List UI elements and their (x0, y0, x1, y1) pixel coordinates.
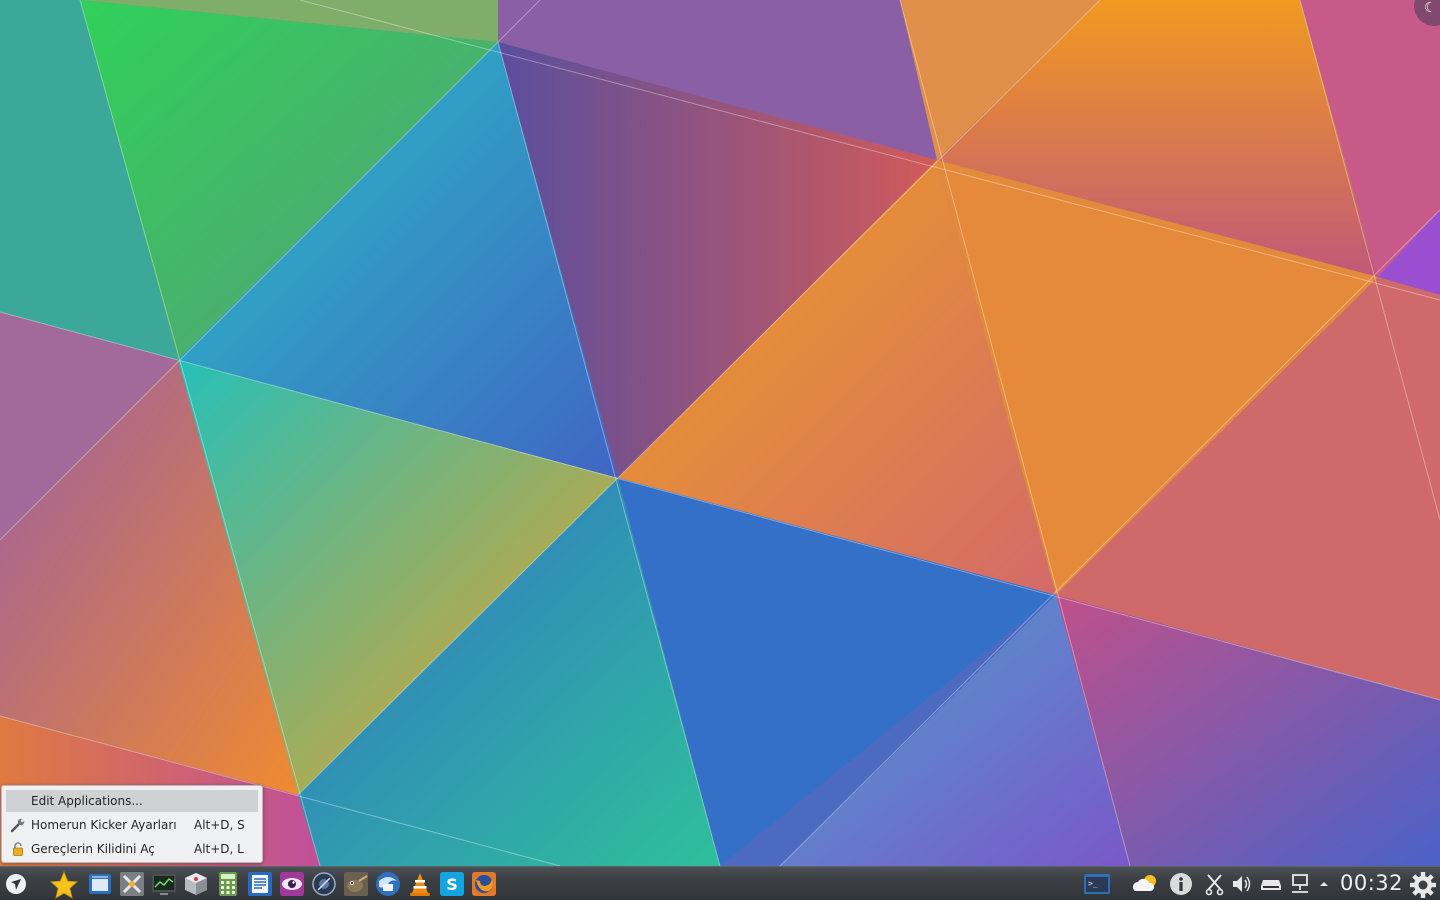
svg-text:S: S (446, 875, 458, 894)
eye-viewer-icon[interactable] (279, 871, 305, 897)
weather-icon[interactable] (1130, 871, 1160, 897)
desktop-wallpaper (0, 0, 1440, 866)
calculator-icon[interactable] (215, 871, 241, 897)
menu-item-unlock-widgets[interactable]: Gereçlerin Kilidini Aç Alt+D, L (6, 838, 258, 860)
gimp-icon[interactable] (343, 871, 369, 897)
menu-item-label: Edit Applications... (31, 794, 143, 808)
taskbar: S >_ 00:32 (0, 866, 1440, 900)
info-icon[interactable] (1168, 871, 1194, 897)
svg-text:>_: >_ (1088, 879, 1098, 888)
lock-icon (13, 842, 23, 856)
panel-settings-gear-icon[interactable] (1408, 871, 1438, 898)
thunderbird-icon[interactable] (375, 871, 401, 897)
media-player-icon[interactable] (311, 871, 337, 897)
text-editor-icon[interactable] (247, 871, 273, 897)
network-icon[interactable] (1288, 871, 1312, 897)
menu-item-edit-applications[interactable]: Edit Applications... (6, 790, 258, 812)
toolbox-icon: ☾ (1424, 0, 1437, 16)
system-settings-icon[interactable] (119, 871, 145, 897)
dolphin-file-manager-icon[interactable] (87, 871, 113, 897)
kde-launcher-icon[interactable] (3, 871, 29, 897)
wrench-icon (10, 818, 25, 833)
menu-item-label: Homerun Kicker Ayarları (31, 818, 177, 832)
system-monitor-icon[interactable] (151, 871, 177, 897)
menu-item-shortcut: Alt+D, S (194, 818, 245, 832)
skype-icon[interactable]: S (439, 871, 465, 897)
clipboard-scissors-icon[interactable] (1204, 871, 1226, 897)
clock[interactable]: 00:32 (1340, 871, 1403, 895)
tray-expand-arrow-icon[interactable] (1318, 871, 1330, 897)
volume-icon[interactable] (1231, 871, 1253, 897)
vlc-icon[interactable] (407, 871, 433, 897)
favorites-star-icon[interactable] (50, 871, 78, 899)
menu-item-kicker-settings[interactable]: Homerun Kicker Ayarları Alt+D, S (6, 814, 258, 836)
menu-item-shortcut: Alt+D, L (194, 842, 244, 856)
storage-device-icon[interactable] (1259, 871, 1283, 897)
terminal-task-icon[interactable]: >_ (1083, 871, 1111, 897)
package-manager-icon[interactable] (183, 871, 209, 897)
menu-item-label: Gereçlerin Kilidini Aç (31, 842, 155, 856)
context-menu: Edit Applications... Homerun Kicker Ayar… (1, 785, 263, 863)
firefox-icon[interactable] (471, 871, 497, 897)
